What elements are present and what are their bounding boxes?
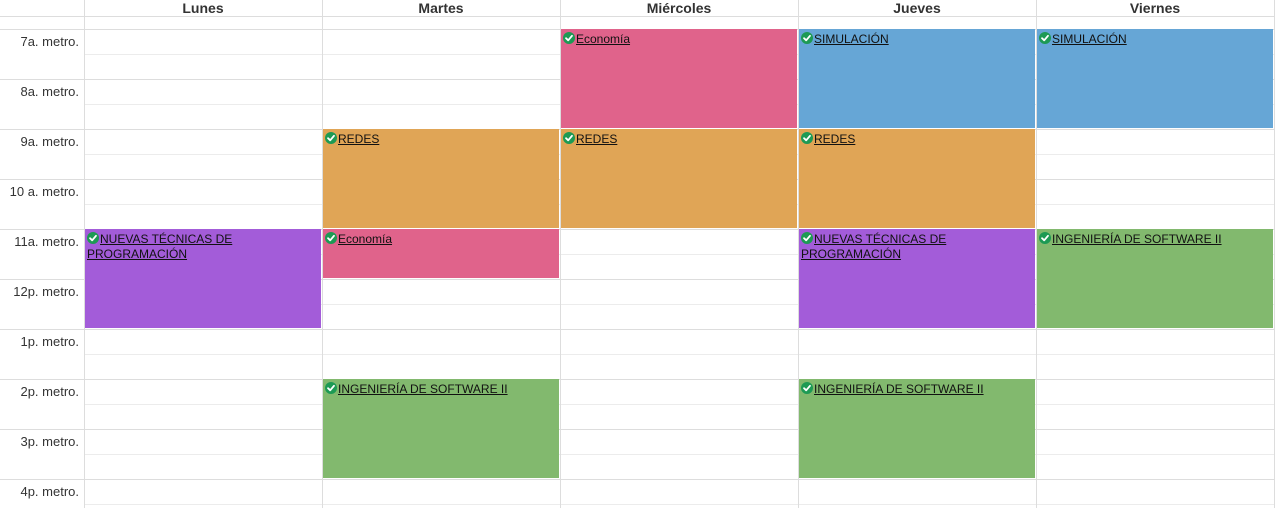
event-block[interactable]: SIMULACIÓN — [799, 29, 1035, 128]
event-block[interactable]: REDES — [323, 129, 559, 228]
half-hour-gridline — [84, 454, 1275, 455]
event-title-link[interactable]: Economía — [576, 32, 630, 46]
day-header-0: Lunes — [182, 0, 224, 16]
time-label: 11a. metro. — [14, 234, 79, 249]
day-header-3: Jueves — [893, 0, 941, 16]
day-header-2: Miércoles — [646, 0, 712, 16]
event-block[interactable]: INGENIERÍA DE SOFTWARE II — [1037, 229, 1273, 328]
check-circle-icon — [1039, 32, 1051, 44]
day-header-1: Martes — [418, 0, 464, 16]
event-block[interactable]: Economía — [323, 229, 559, 278]
event-title-link[interactable]: SIMULACIÓN — [1052, 32, 1127, 46]
time-label: 7a. metro. — [20, 34, 79, 49]
event-title-link[interactable]: Economía — [338, 232, 392, 246]
event-title-link[interactable]: SIMULACIÓN — [814, 32, 889, 46]
check-circle-icon — [325, 382, 337, 394]
event-block[interactable]: INGENIERÍA DE SOFTWARE II — [323, 379, 559, 478]
header-divider — [0, 16, 1275, 17]
check-circle-icon — [325, 132, 337, 144]
hour-gridline — [0, 479, 1275, 480]
time-label: 12p. metro. — [13, 284, 79, 299]
event-block[interactable]: REDES — [561, 129, 797, 228]
half-hour-gridline — [84, 404, 1275, 405]
hour-gridline — [0, 329, 1275, 330]
check-circle-icon — [1039, 232, 1051, 244]
check-circle-icon — [801, 232, 813, 244]
check-circle-icon — [801, 132, 813, 144]
time-label: 2p. metro. — [20, 384, 79, 399]
check-circle-icon — [801, 32, 813, 44]
event-title-link[interactable]: NUEVAS TÉCNICAS DE PROGRAMACIÓN — [87, 232, 232, 261]
time-label: 8a. metro. — [20, 84, 79, 99]
weekly-calendar: Lunes Martes Miércoles Jueves Viernes 7a. met… — [0, 0, 1275, 508]
event-title-link[interactable]: INGENIERÍA DE SOFTWARE II — [338, 382, 508, 396]
event-block[interactable]: Economía — [561, 29, 797, 128]
time-label: 3p. metro. — [20, 434, 79, 449]
event-block[interactable]: REDES — [799, 129, 1035, 228]
time-label: 9a. metro. — [20, 134, 79, 149]
event-title-link[interactable]: REDES — [814, 132, 855, 146]
half-hour-gridline — [84, 354, 1275, 355]
event-block[interactable]: SIMULACIÓN — [1037, 29, 1273, 128]
time-label: 4p. metro. — [20, 484, 79, 499]
event-block[interactable]: INGENIERÍA DE SOFTWARE II — [799, 379, 1035, 478]
check-circle-icon — [87, 232, 99, 244]
check-circle-icon — [563, 132, 575, 144]
event-title-link[interactable]: REDES — [338, 132, 379, 146]
event-title-link[interactable]: INGENIERÍA DE SOFTWARE II — [1052, 232, 1222, 246]
event-title-link[interactable]: INGENIERÍA DE SOFTWARE II — [814, 382, 984, 396]
half-hour-gridline — [84, 504, 1275, 505]
event-title-link[interactable]: NUEVAS TÉCNICAS DE PROGRAMACIÓN — [801, 232, 946, 261]
event-block[interactable]: NUEVAS TÉCNICAS DE PROGRAMACIÓN — [799, 229, 1035, 328]
time-label: 10 a. metro. — [9, 184, 79, 199]
hour-gridline — [0, 429, 1275, 430]
time-label: 1p. metro. — [20, 334, 79, 349]
event-block[interactable]: NUEVAS TÉCNICAS DE PROGRAMACIÓN — [85, 229, 321, 328]
hour-gridline — [0, 379, 1275, 380]
check-circle-icon — [563, 32, 575, 44]
event-title-link[interactable]: REDES — [576, 132, 617, 146]
check-circle-icon — [325, 232, 337, 244]
check-circle-icon — [801, 382, 813, 394]
day-header-4: Viernes — [1129, 0, 1181, 16]
